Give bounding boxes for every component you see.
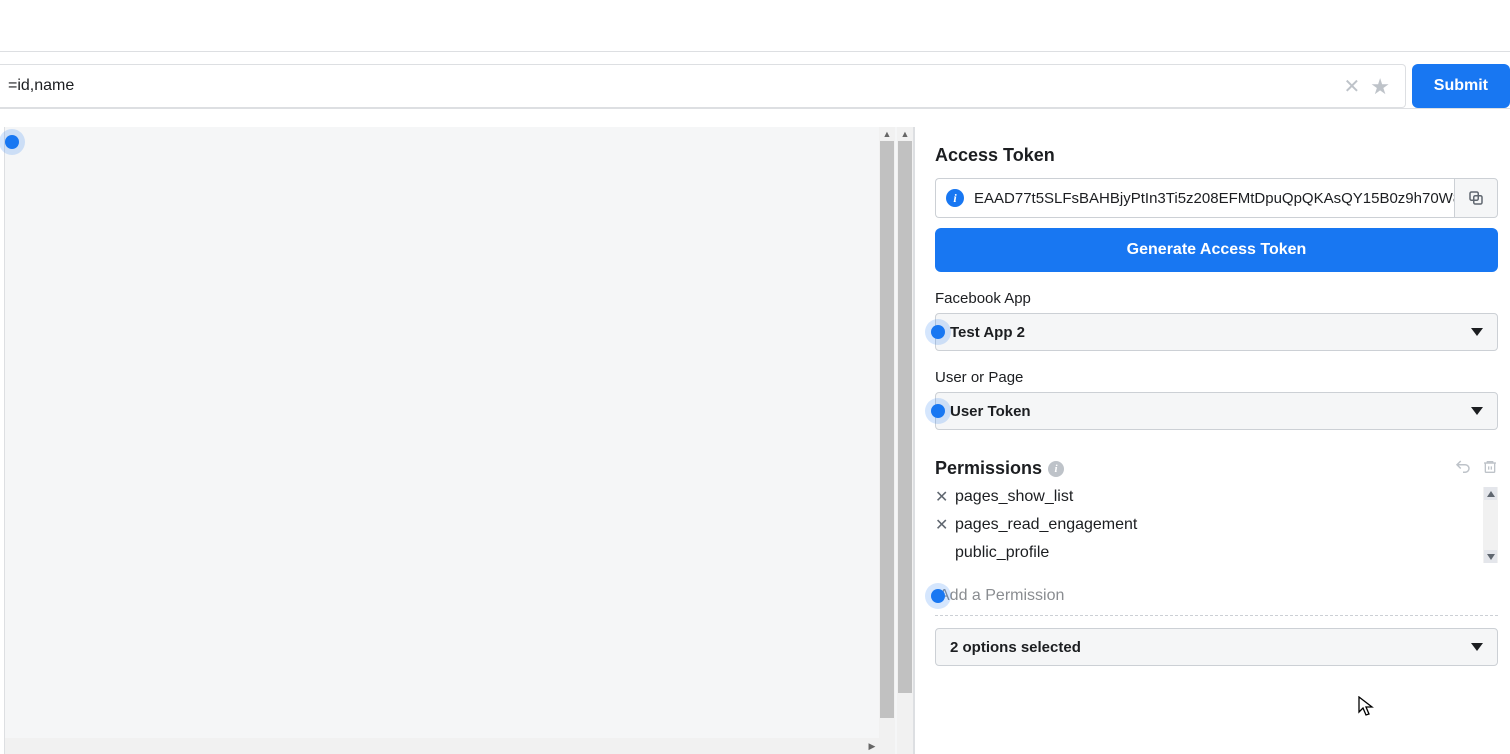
- permissions-list: ✕ pages_show_list ✕ pages_read_engagemen…: [935, 487, 1482, 563]
- info-icon[interactable]: i: [946, 189, 964, 207]
- query-input-icons: ✕ ★: [1344, 64, 1391, 109]
- favorite-star-icon[interactable]: ★: [1370, 74, 1390, 100]
- trash-icon[interactable]: [1482, 458, 1498, 479]
- horizontal-scrollbar[interactable]: ▶: [5, 738, 879, 754]
- info-icon[interactable]: i: [1048, 461, 1064, 477]
- permission-name: public_profile: [955, 544, 1049, 562]
- undo-icon[interactable]: [1454, 458, 1472, 479]
- permissions-summary-selector[interactable]: 2 options selected: [935, 628, 1498, 666]
- permissions-heading: Permissions i: [935, 458, 1064, 479]
- add-permission-input[interactable]: Add a Permission: [935, 587, 1498, 605]
- remove-permission-icon[interactable]: ✕: [935, 515, 949, 535]
- access-token-text: EAAD77t5SLFsBAHBjyPtIn3Ti5z208EFMtDpuQpQ…: [974, 190, 1454, 207]
- permissions-summary-text: 2 options selected: [950, 639, 1081, 656]
- copy-icon: [1467, 189, 1485, 207]
- access-token-heading: Access Token: [935, 145, 1498, 166]
- generate-token-button[interactable]: Generate Access Token: [935, 228, 1498, 272]
- app-selector[interactable]: Test App 2: [935, 313, 1498, 351]
- permissions-scrollbar[interactable]: [1483, 487, 1498, 563]
- top-toolbar-spacer: [0, 0, 1510, 52]
- permission-name: pages_read_engagement: [955, 516, 1137, 534]
- hint-dot-icon: [931, 589, 945, 603]
- side-panel: Access Token i EAAD77t5SLFsBAHBjyPtIn3Ti…: [914, 127, 1510, 754]
- remove-permission-icon[interactable]: ✕: [935, 487, 949, 507]
- token-type-label: User or Page: [935, 369, 1498, 386]
- hint-dot-icon: [931, 325, 945, 339]
- response-panel: ▲ ▲ ▶: [4, 127, 914, 754]
- chevron-down-icon: [1471, 643, 1483, 651]
- clear-icon[interactable]: ✕: [1344, 74, 1361, 99]
- vertical-scrollbar[interactable]: ▲: [897, 127, 913, 754]
- permission-item: ✕ pages_show_list: [935, 487, 1482, 507]
- access-token-value[interactable]: i EAAD77t5SLFsBAHBjyPtIn3Ti5z208EFMtDpuQ…: [935, 178, 1454, 218]
- permission-name: pages_show_list: [955, 488, 1073, 506]
- vertical-scrollbar-inner[interactable]: ▲: [879, 127, 895, 754]
- token-type-selector[interactable]: User Token: [935, 392, 1498, 430]
- app-selector-label: Facebook App: [935, 290, 1498, 307]
- add-permission-placeholder: Add a Permission: [939, 587, 1064, 605]
- submit-button[interactable]: Submit: [1412, 64, 1510, 108]
- permission-item: ✕ pages_read_engagement: [935, 515, 1482, 535]
- query-bar: ✕ ★ Submit: [0, 64, 1510, 109]
- chevron-down-icon: [1471, 407, 1483, 415]
- token-type-value: User Token: [950, 403, 1031, 420]
- divider: [935, 615, 1498, 616]
- copy-token-button[interactable]: [1454, 178, 1498, 218]
- permission-item: ✕ public_profile: [935, 543, 1482, 563]
- chevron-down-icon: [1471, 328, 1483, 336]
- query-input[interactable]: [0, 64, 1406, 108]
- hint-dot-icon: [931, 404, 945, 418]
- app-selector-value: Test App 2: [950, 324, 1025, 341]
